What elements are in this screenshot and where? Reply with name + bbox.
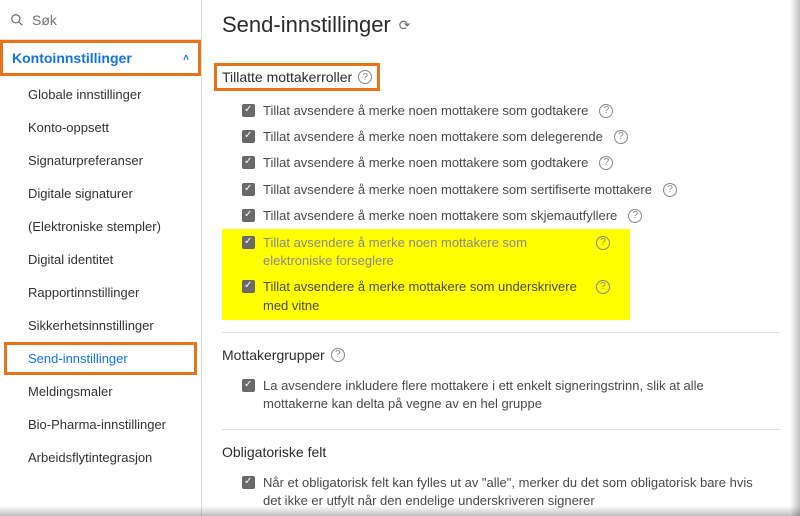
option-row: Tillat avsendere å merke noen mottakere … <box>222 124 780 150</box>
main-content: Send-innstillinger ⟳ Tillatte mottakerro… <box>202 0 800 516</box>
help-icon[interactable]: ? <box>596 280 610 294</box>
divider <box>222 429 780 430</box>
highlighted-options: Tillat avsendere å merke noen mottakere … <box>222 229 630 320</box>
sidebar-section-account-settings[interactable]: Kontoinnstillinger ˄ <box>0 40 201 76</box>
section-title-text: Mottakergrupper <box>222 347 325 363</box>
sidebar-nav: Globale innstillinger Konto-oppsett Sign… <box>0 76 201 474</box>
sidebar-item-send-settings[interactable]: Send-innstillinger <box>4 342 197 375</box>
option-row: Tillat avsendere å merke noen mottakere … <box>222 177 780 203</box>
help-icon[interactable]: ? <box>599 156 613 170</box>
chevron-up-icon: ˄ <box>183 53 189 64</box>
sidebar-item-workflow-integration[interactable]: Arbeidsflytintegrasjon <box>0 441 201 474</box>
checkbox[interactable] <box>242 130 255 143</box>
section-title-recipient-groups: Mottakergrupper ? <box>222 347 780 363</box>
sidebar-item-account-setup[interactable]: Konto-oppsett <box>0 111 201 144</box>
section-title-allowed-roles: Tillatte mottakerroller ? <box>217 66 377 88</box>
sidebar-item-digital-identity[interactable]: Digital identitet <box>0 243 201 276</box>
sidebar: Kontoinnstillinger ˄ Globale innstilling… <box>0 0 202 516</box>
sidebar-item-signature-preferences[interactable]: Signaturpreferanser <box>0 144 201 177</box>
option-label: Tillat avsendere å merke noen mottakere … <box>263 207 617 225</box>
help-icon[interactable]: ? <box>358 70 372 84</box>
help-icon[interactable]: ? <box>599 104 613 118</box>
option-label: Tillat avsendere å merke noen mottakere … <box>263 102 588 120</box>
option-row: La avsendere inkludere flere mottakere i… <box>222 373 780 417</box>
help-icon[interactable]: ? <box>663 183 677 197</box>
checkbox[interactable] <box>242 104 255 117</box>
page-title-text: Send-innstillinger <box>222 12 391 38</box>
help-icon[interactable]: ? <box>331 348 345 362</box>
option-label: La avsendere inkludere flere mottakere i… <box>263 377 760 413</box>
help-icon[interactable]: ? <box>628 209 642 223</box>
option-label: Tillat avsendere å merke noen mottakere … <box>263 181 652 199</box>
section-title-text: Obligatoriske felt <box>222 444 326 460</box>
page-title: Send-innstillinger ⟳ <box>222 12 780 38</box>
checkbox[interactable] <box>242 183 255 196</box>
sidebar-item-security-settings[interactable]: Sikkerhetsinnstillinger <box>0 309 201 342</box>
section-title-required-fields: Obligatoriske felt <box>222 444 780 460</box>
search-icon <box>10 12 24 28</box>
divider <box>222 332 780 333</box>
sidebar-item-digital-signatures[interactable]: Digitale signaturer <box>0 177 201 210</box>
option-label: Tillat avsendere å merke noen mottakere … <box>263 234 585 270</box>
option-row: Tillat avsendere å merke noen mottakere … <box>222 203 780 229</box>
checkbox[interactable] <box>242 379 255 392</box>
option-row: Tillat avsendere å merke noen mottakere … <box>222 98 780 124</box>
checkbox[interactable] <box>242 156 255 169</box>
sidebar-item-electronic-stamps[interactable]: (Elektroniske stempler) <box>0 210 201 243</box>
sidebar-section-label: Kontoinnstillinger <box>12 50 132 66</box>
section-title-text: Tillatte mottakerroller <box>222 69 352 85</box>
option-row: Når et obligatorisk felt kan fylles ut a… <box>222 470 780 514</box>
option-label: Tillat avsendere å merke mottakere som u… <box>263 278 585 314</box>
help-icon[interactable]: ? <box>596 236 610 250</box>
option-label: Tillat avsendere å merke noen mottakere … <box>263 128 603 146</box>
option-row: Tillat avsendere å merke mottakere som u… <box>222 274 630 318</box>
search-bar <box>0 0 201 40</box>
checkbox[interactable] <box>242 236 255 249</box>
checkbox[interactable] <box>242 209 255 222</box>
option-label: Tillat avsendere å merke noen mottakere … <box>263 154 588 172</box>
checkbox[interactable] <box>242 280 255 293</box>
sidebar-item-biopharma-settings[interactable]: Bio-Pharma-innstillinger <box>0 408 201 441</box>
sidebar-item-message-templates[interactable]: Meldingsmaler <box>0 375 201 408</box>
search-input[interactable] <box>32 12 191 28</box>
option-label: Når et obligatorisk felt kan fylles ut a… <box>263 474 760 510</box>
checkbox[interactable] <box>242 476 255 489</box>
option-row: Tillat avsendere å merke noen mottakere … <box>222 150 780 176</box>
sidebar-item-report-settings[interactable]: Rapportinnstillinger <box>0 276 201 309</box>
help-icon[interactable]: ? <box>614 130 628 144</box>
refresh-icon[interactable]: ⟳ <box>399 17 411 34</box>
sidebar-item-global-settings[interactable]: Globale innstillinger <box>0 78 201 111</box>
option-row: Tillat avsendere å merke noen mottakere … <box>222 230 630 274</box>
